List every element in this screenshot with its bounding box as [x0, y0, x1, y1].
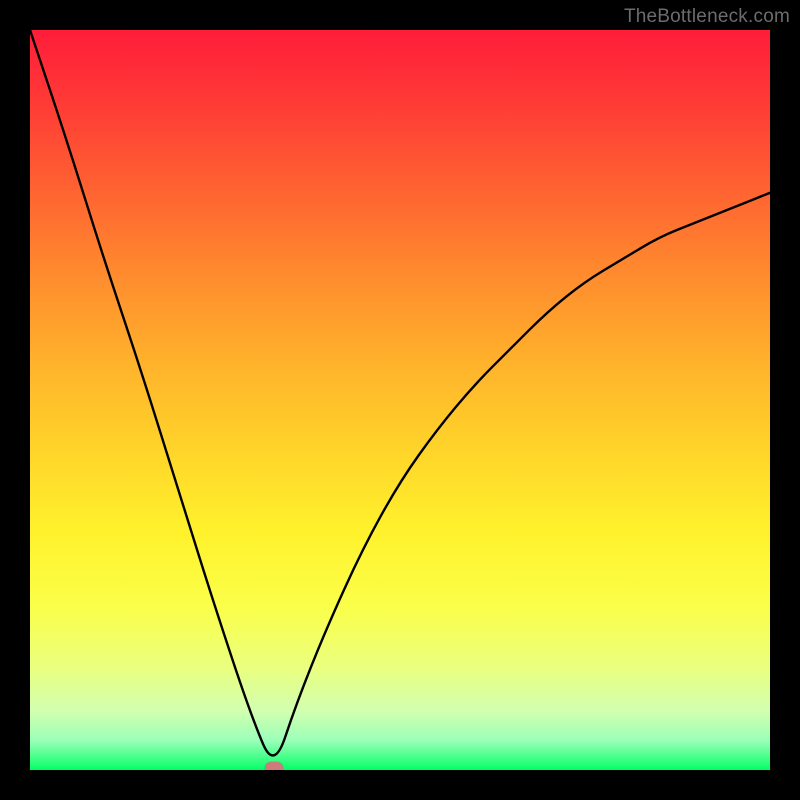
watermark-text: TheBottleneck.com: [624, 6, 790, 28]
bottleneck-curve: [30, 30, 770, 755]
minimum-marker: [265, 762, 283, 770]
curve-svg: [30, 30, 770, 770]
chart-frame: TheBottleneck.com: [0, 0, 800, 800]
plot-area: [30, 30, 770, 770]
